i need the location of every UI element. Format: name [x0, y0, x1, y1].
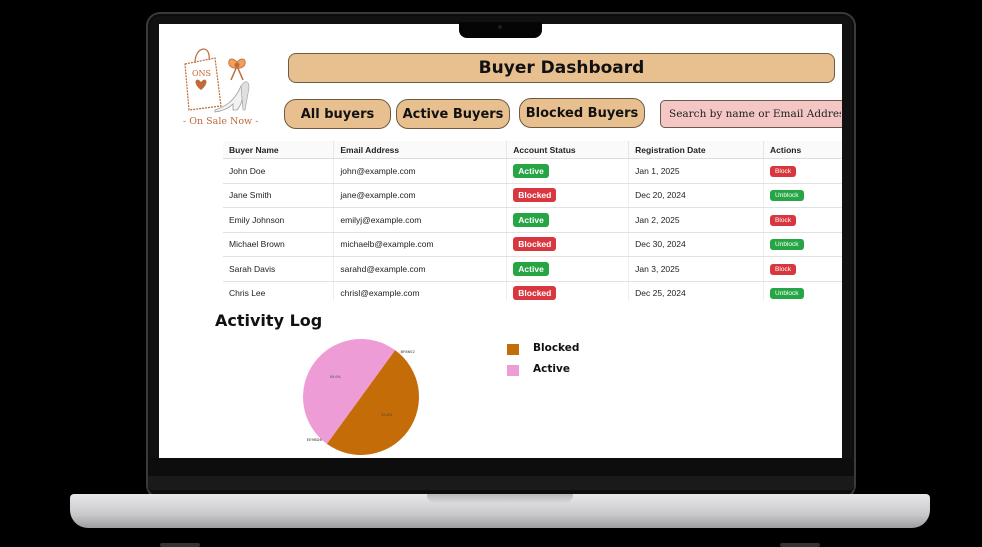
buyer-name: Emily Johnson	[223, 207, 335, 233]
unblock-button[interactable]: Unblock	[770, 239, 804, 251]
registration-date: Jan 3, 2025	[628, 256, 765, 282]
buyer-email: michaelb@example.com	[333, 232, 508, 257]
column-header: Actions	[763, 141, 842, 159]
registration-date: Dec 30, 2024	[628, 232, 765, 257]
laptop-foot	[160, 543, 200, 547]
table-row: Jane Smith jane@example.com Blocked Dec …	[223, 183, 842, 208]
status-badge: Active	[513, 163, 549, 178]
buyer-name: Chris Lee	[223, 281, 335, 301]
active-buyers-button[interactable]: Active Buyers	[396, 99, 510, 129]
dashboard-screen: ONS - On Sale Now - Buyer Dashboard All …	[159, 24, 842, 458]
status-badge: Active	[513, 212, 549, 227]
block-button[interactable]: Block	[770, 165, 796, 177]
all-buyers-button[interactable]: All buyers	[284, 99, 391, 129]
column-header: Account Status	[506, 141, 630, 159]
buyers-table: Buyer Name Email Address Account Status …	[223, 141, 842, 301]
column-header: Registration Date	[628, 141, 765, 159]
camera-notch	[459, 22, 542, 38]
registration-date: Jan 2, 2025	[628, 207, 765, 233]
pie-percent-label: 50.0%	[330, 375, 342, 379]
page-title: Buyer Dashboard	[288, 53, 835, 83]
table-row: Sarah Davis sarahd@example.com Active Ja…	[223, 256, 842, 282]
svg-text:ONS: ONS	[192, 69, 211, 78]
block-button[interactable]: Block	[770, 214, 796, 226]
legend-swatch-blocked	[507, 344, 519, 355]
base-groove	[427, 494, 573, 503]
unblock-button[interactable]: Unblock	[770, 288, 804, 300]
buyer-email: emilyj@example.com	[333, 207, 508, 233]
search-input[interactable]	[660, 100, 842, 128]
table-row: Emily Johnson emilyj@example.com Active …	[223, 207, 842, 233]
activity-pie-chart: 50.0% BF8602 50.0% EE9BD6	[303, 339, 419, 455]
logo-caption: - On Sale Now -	[183, 116, 259, 127]
status-badge: Blocked	[513, 286, 557, 301]
blocked-buyers-button[interactable]: Blocked Buyers	[519, 98, 645, 128]
block-button[interactable]: Block	[770, 263, 796, 275]
pie-percent-label: 50.0%	[381, 413, 393, 417]
pie-outer-label: EE9BD6	[307, 437, 323, 442]
column-header: Email Address	[333, 141, 508, 159]
registration-date: Dec 20, 2024	[628, 183, 765, 208]
registration-date: Dec 25, 2024	[628, 281, 765, 301]
legend-swatch-active	[507, 365, 519, 376]
buyer-name: John Doe	[223, 158, 335, 184]
buyers-table-container: Buyer Name Email Address Account Status …	[223, 141, 842, 301]
laptop-foot	[780, 543, 820, 547]
camera-icon	[498, 25, 502, 29]
table-row: Chris Lee chrisl@example.com Blocked Dec…	[223, 281, 842, 301]
laptop-mockup: ONS - On Sale Now - Buyer Dashboard All …	[0, 0, 982, 547]
buyer-name: Sarah Davis	[223, 256, 335, 282]
buyer-email: chrisl@example.com	[333, 281, 508, 301]
buyer-email: sarahd@example.com	[333, 256, 508, 282]
buyer-name: Michael Brown	[223, 232, 335, 257]
column-header: Buyer Name	[223, 141, 335, 159]
buyer-name: Jane Smith	[223, 183, 335, 208]
status-badge: Active	[513, 261, 549, 276]
hinge	[148, 476, 854, 490]
status-badge: Blocked	[513, 188, 557, 203]
status-badge: Blocked	[513, 237, 557, 252]
registration-date: Jan 1, 2025	[628, 158, 765, 184]
table-row: John Doe john@example.com Active Jan 1, …	[223, 158, 842, 184]
laptop-bezel	[148, 458, 854, 494]
legend-label: Blocked	[533, 342, 580, 354]
buyer-email: john@example.com	[333, 158, 508, 184]
buyer-email: jane@example.com	[333, 183, 508, 208]
table-header-row: Buyer Name Email Address Account Status …	[223, 141, 842, 159]
unblock-button[interactable]: Unblock	[770, 190, 804, 202]
pie-outer-label: BF8602	[400, 349, 415, 354]
table-row: Michael Brown michaelb@example.com Block…	[223, 232, 842, 257]
activity-log-title: Activity Log	[215, 311, 323, 330]
legend-label: Active	[533, 363, 570, 375]
